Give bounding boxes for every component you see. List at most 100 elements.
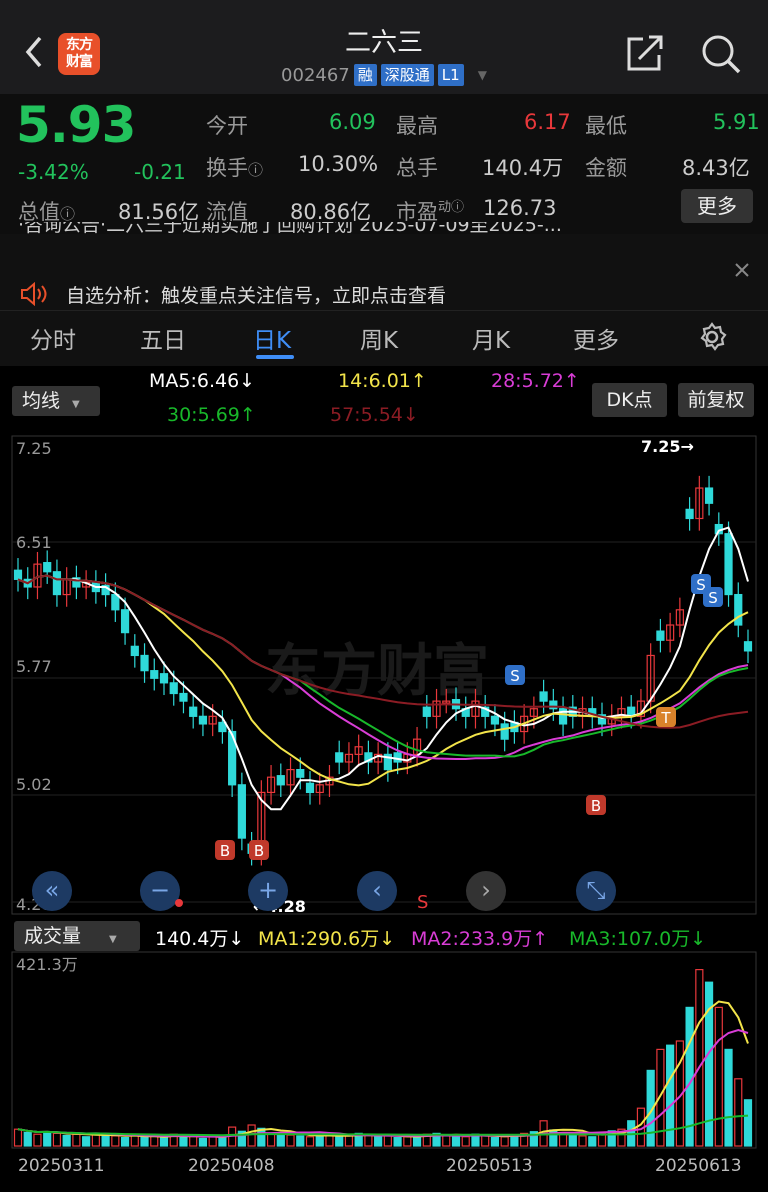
news-line-2[interactable]: 自选分析：触发重点关注信号，立即点击查看 xyxy=(66,281,446,305)
candle-body xyxy=(500,723,509,740)
restore-rights-button[interactable]: 前复权 xyxy=(678,383,754,417)
tag-level: L1 xyxy=(437,64,464,86)
volume-chart[interactable]: 421.3万 xyxy=(0,950,768,1150)
volume-bar xyxy=(578,1135,587,1147)
tab-intraday[interactable]: 分时 xyxy=(30,321,76,355)
tab-five-day[interactable]: 五日 xyxy=(140,321,186,355)
vol-ma3: MA3:107.0万↓ xyxy=(569,928,707,950)
dropdown-icon[interactable]: ▼ xyxy=(478,68,487,82)
candle-body xyxy=(335,752,344,763)
volume-bar xyxy=(276,1133,285,1147)
volume-bar xyxy=(140,1136,149,1147)
volume-bar xyxy=(461,1136,470,1147)
signal-letter: T xyxy=(660,709,671,727)
signal-letter: B xyxy=(254,842,264,860)
volume-bar xyxy=(266,1132,276,1147)
candle-body xyxy=(159,673,169,684)
info-icon[interactable]: ⓘ xyxy=(60,205,75,223)
kline-chart[interactable]: 东方财富 7.25 6.51 5.77 5.02 4.28 7.25→ ←4.2… xyxy=(0,432,768,917)
scroll-left-button[interactable]: ‹ xyxy=(357,871,397,911)
news-text: ·咨询公告·二六三于近期实施了回购计划 2025-07-09至2025-... xyxy=(18,222,562,236)
volume-bar xyxy=(43,1131,52,1147)
amount-value: 8.43亿 xyxy=(682,156,750,180)
tab-more[interactable]: 更多 xyxy=(573,321,619,355)
candle-body xyxy=(43,562,52,573)
volume-bar xyxy=(72,1133,81,1147)
scroll-right-button[interactable]: › xyxy=(466,871,506,911)
news-line-1[interactable]: ·咨询公告·二六三于近期实施了回购计划 2025-07-09至2025-... xyxy=(18,222,738,244)
date-label-2: 20250408 xyxy=(188,1156,275,1176)
y-label-top: 7.25 xyxy=(16,439,52,458)
dk-button[interactable]: DK点 xyxy=(592,383,667,417)
gear-icon[interactable] xyxy=(696,321,728,353)
candle-body xyxy=(393,752,402,763)
ma14-label: 14:6.01↑ xyxy=(338,370,427,392)
candle-body xyxy=(734,593,743,626)
volume-bar xyxy=(393,1137,402,1147)
high-label: 最高 xyxy=(396,114,438,138)
search-icon[interactable] xyxy=(700,33,742,75)
volume-bar xyxy=(500,1136,509,1147)
volume-bar xyxy=(198,1137,208,1147)
volume-bar xyxy=(159,1137,169,1147)
turnover-label: 换手 xyxy=(206,156,248,180)
candle-body xyxy=(276,775,285,786)
volume-bar xyxy=(714,1006,723,1147)
candle-body xyxy=(305,782,315,794)
tab-weekly-k[interactable]: 周K xyxy=(360,321,398,355)
tag-margin: 融 xyxy=(353,64,377,86)
candle-body xyxy=(140,654,149,672)
volume-bar xyxy=(481,1135,490,1147)
speaker-icon xyxy=(21,282,47,306)
dynamic-icon: 动ⓘ xyxy=(438,200,465,215)
close-icon[interactable] xyxy=(734,262,750,278)
volume-selector[interactable]: 成交量 ▼ xyxy=(14,921,140,951)
total-value-label: 总值 xyxy=(18,200,60,224)
tag-connect: 深股通 xyxy=(380,64,434,86)
volume-bar xyxy=(403,1136,412,1147)
volume-bar xyxy=(335,1136,344,1147)
fullscreen-icon[interactable]: ⤡ xyxy=(576,871,616,911)
volume-value: 140.4万 xyxy=(482,156,564,180)
stock-code: 002467 xyxy=(281,64,350,86)
more-button[interactable]: 更多 xyxy=(681,189,753,223)
candle-body xyxy=(52,571,62,596)
volume-bar xyxy=(743,1099,753,1147)
candle-body xyxy=(296,768,305,778)
candle-body xyxy=(111,593,120,611)
candle-body xyxy=(198,715,208,725)
info-icon[interactable]: ⓘ xyxy=(248,161,263,179)
volume-bar xyxy=(62,1134,71,1147)
volume-bar xyxy=(179,1136,188,1147)
volume-bar xyxy=(247,1124,256,1147)
pe-value: 126.73 xyxy=(483,196,557,220)
volume-bar xyxy=(150,1135,159,1147)
volume-bar xyxy=(111,1135,120,1147)
volume-bar xyxy=(120,1137,130,1147)
candle-body xyxy=(539,691,548,702)
share-icon[interactable] xyxy=(625,33,665,73)
volume-bar xyxy=(130,1134,139,1147)
scroll-left-fast-button[interactable]: « xyxy=(32,871,72,911)
candle-body xyxy=(490,715,500,725)
amount-label: 金额 xyxy=(585,156,627,180)
last-price: 5.93 xyxy=(16,96,136,154)
ma5-label: MA5:6.46↓ xyxy=(149,370,256,392)
tab-monthly-k[interactable]: 月K xyxy=(472,321,510,355)
tab-daily-k[interactable]: 日K xyxy=(253,321,291,355)
pct-change: -3.42% xyxy=(18,160,89,184)
vol-ma2: MA2:233.9万↑ xyxy=(411,928,549,950)
zoom-out-button[interactable]: − xyxy=(140,871,180,911)
volume-bar xyxy=(52,1132,62,1147)
zoom-in-button[interactable]: + xyxy=(248,871,288,911)
candle-body xyxy=(130,645,139,657)
turnover-value: 10.30% xyxy=(298,152,379,176)
signal-letter: S xyxy=(510,667,520,685)
ma-selector[interactable]: 均线 ▼ xyxy=(12,386,100,416)
candle-body xyxy=(743,641,753,652)
signal-letter: B xyxy=(591,797,601,815)
vol-max-label: 421.3万 xyxy=(16,955,78,974)
price-change: -0.21 xyxy=(134,160,186,184)
volume-bar xyxy=(451,1134,461,1147)
vol-value: 140.4万↓ xyxy=(155,928,245,950)
